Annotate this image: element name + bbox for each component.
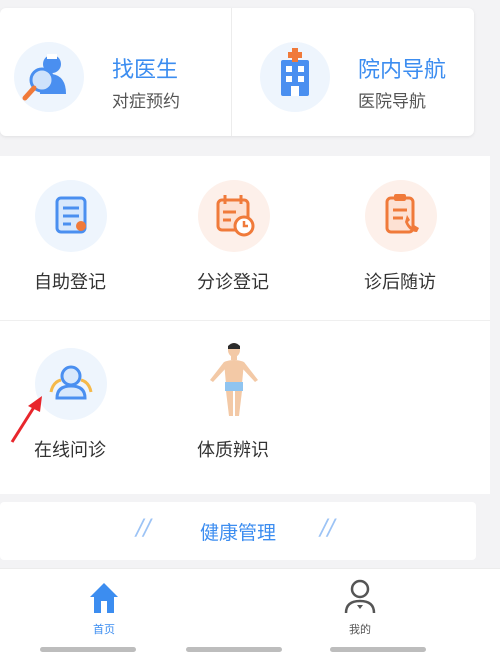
- find-doctor-title: 找医生: [112, 58, 179, 83]
- constitution-identification-button[interactable]: 体质辨识: [163, 324, 303, 464]
- hospital-navigation-button[interactable]: 院内导航 医院导航: [232, 8, 462, 136]
- user-icon: [342, 577, 378, 621]
- post-visit-followup-button[interactable]: 诊后随访: [330, 156, 470, 296]
- calendar-clock-icon: [198, 180, 270, 252]
- home-indicator: [330, 647, 426, 652]
- self-registration-label: 自助登记: [34, 272, 106, 293]
- find-doctor-button[interactable]: 找医生 对症预约: [0, 8, 230, 136]
- health-management-section[interactable]: // 健康管理 //: [0, 502, 476, 560]
- post-visit-followup-label: 诊后随访: [364, 272, 436, 293]
- self-registration-button[interactable]: 自助登记: [0, 156, 140, 296]
- hospital-navigation-title: 院内导航: [358, 58, 447, 83]
- tab-mine-label: 我的: [349, 623, 371, 636]
- home-icon: [86, 579, 122, 619]
- services-grid: 自助登记 分诊登记 诊后随访 在线问诊 体质辨识: [0, 156, 490, 494]
- arrow-icon: [6, 394, 46, 446]
- home-indicator: [40, 647, 136, 652]
- hospital-navigation-subtitle: 医院导航: [358, 92, 426, 112]
- tab-home-label: 首页: [93, 623, 115, 636]
- doctor-search-icon: [14, 42, 84, 112]
- triage-registration-label: 分诊登记: [197, 272, 269, 293]
- quick-actions-card: 找医生 对症预约 院内导航 医院导航: [0, 8, 474, 136]
- slash-decoration-icon: //: [320, 516, 335, 541]
- clipboard-phone-icon: [365, 180, 437, 252]
- find-doctor-subtitle: 对症预约: [112, 92, 180, 112]
- human-body-icon: [198, 343, 270, 420]
- tab-mine[interactable]: 我的: [300, 569, 420, 649]
- section-title: 健康管理: [199, 522, 276, 544]
- hospital-building-icon: [260, 42, 330, 112]
- home-indicator: [186, 647, 282, 652]
- page-background: 找医生 对症预约 院内导航 医院导航 自助登记 分诊登记 诊后随访 在线问诊 体…: [0, 0, 500, 660]
- clipboard-form-icon: [35, 180, 107, 252]
- divider: [0, 320, 490, 321]
- tab-home[interactable]: 首页: [44, 569, 164, 649]
- constitution-identification-label: 体质辨识: [197, 440, 269, 461]
- triage-registration-button[interactable]: 分诊登记: [163, 156, 303, 296]
